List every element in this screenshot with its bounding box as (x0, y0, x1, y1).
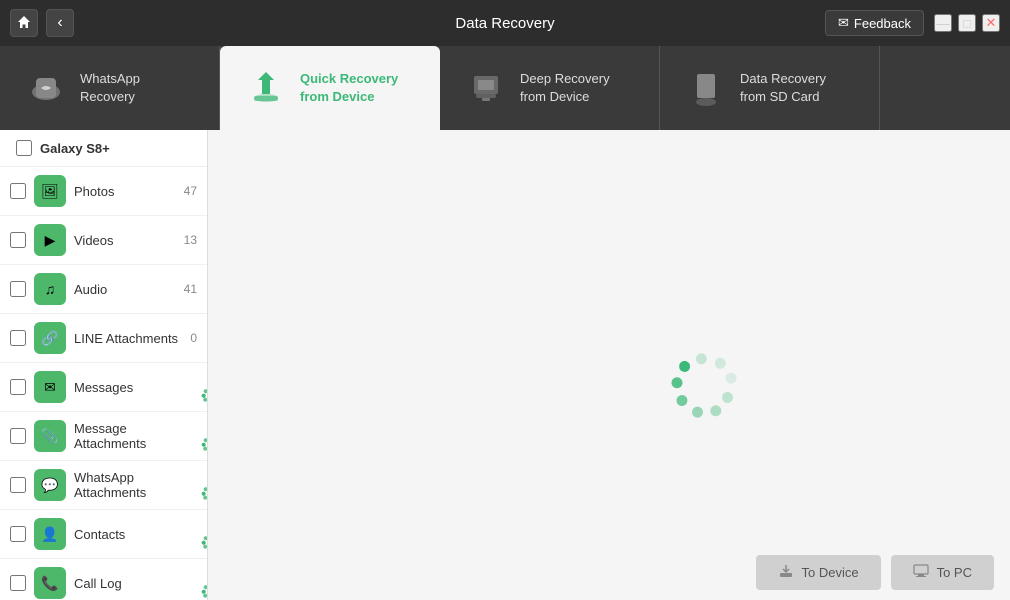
icon-calllog: 📞 (34, 567, 66, 599)
window-controls: — □ ✕ (934, 14, 1000, 32)
maximize-button[interactable]: □ (958, 14, 976, 32)
checkbox-photos[interactable] (10, 183, 26, 199)
loading-whatsatt (179, 475, 197, 496)
to-device-label: To Device (802, 565, 859, 580)
checkbox-videos[interactable] (10, 232, 26, 248)
sidebar-item-whatsatt[interactable]: 💬 WhatsApp Attachments (0, 461, 207, 510)
loading-calllog (179, 573, 197, 594)
checkbox-whatsatt[interactable] (10, 477, 26, 493)
back-icon: ‹ (57, 14, 62, 32)
main-area: Galaxy S8+ 🖼 Photos 47 ▶ Videos 13 ♫ Audio 41 🔗 LI… (0, 130, 1010, 600)
to-pc-icon (913, 563, 929, 582)
icon-msgatt: 📎 (34, 420, 66, 452)
sdcard-tab-label: Data Recoveryfrom SD Card (740, 70, 826, 106)
select-all-checkbox[interactable] (16, 140, 32, 156)
whatsapp-tab-icon (24, 66, 68, 110)
label-contacts: Contacts (74, 527, 171, 542)
checkbox-contacts[interactable] (10, 526, 26, 542)
sidebar-item-contacts[interactable]: 👤 Contacts (0, 510, 207, 559)
tab-quick-recovery[interactable]: Quick Recoveryfrom Device (220, 46, 440, 130)
count-photos: 47 (184, 184, 197, 198)
footer-buttons: To Device To PC (740, 545, 1010, 600)
sidebar-items-list: 🖼 Photos 47 ▶ Videos 13 ♫ Audio 41 🔗 LINE Attachme… (0, 167, 207, 600)
title-bar: ‹ Data Recovery ✉ Feedback — □ ✕ (0, 0, 1010, 46)
nav-controls: ‹ (10, 9, 74, 37)
sidebar-item-line[interactable]: 🔗 LINE Attachments 0 (0, 314, 207, 363)
device-name-label: Galaxy S8+ (40, 141, 110, 156)
icon-messages: ✉ (34, 371, 66, 403)
deep-recovery-tab-label: Deep Recoveryfrom Device (520, 70, 610, 106)
checkbox-audio[interactable] (10, 281, 26, 297)
loading-spinner (569, 325, 649, 405)
sdcard-tab-icon (684, 66, 728, 110)
loading-msgatt (179, 426, 197, 447)
sidebar: Galaxy S8+ 🖼 Photos 47 ▶ Videos 13 ♫ Audio 41 🔗 LI… (0, 130, 208, 600)
checkbox-msgatt[interactable] (10, 428, 26, 444)
app-title: Data Recovery (455, 15, 554, 32)
feedback-button[interactable]: ✉ Feedback (825, 10, 924, 36)
home-icon (17, 15, 31, 32)
quick-recovery-tab-label: Quick Recoveryfrom Device (300, 70, 398, 106)
minimize-button[interactable]: — (934, 14, 952, 32)
icon-contacts: 👤 (34, 518, 66, 550)
sidebar-item-msgatt[interactable]: 📎 Message Attachments (0, 412, 207, 461)
label-line: LINE Attachments (74, 331, 182, 346)
title-bar-right: ✉ Feedback — □ ✕ (825, 10, 1000, 36)
content-area: To Device To PC (208, 130, 1010, 600)
count-line: 0 (190, 331, 197, 345)
icon-photos: 🖼 (34, 175, 66, 207)
checkbox-line[interactable] (10, 330, 26, 346)
icon-whatsatt: 💬 (34, 469, 66, 501)
sidebar-header: Galaxy S8+ (0, 130, 207, 167)
tab-sdcard-recovery[interactable]: Data Recoveryfrom SD Card (660, 46, 880, 130)
to-pc-label: To PC (937, 565, 972, 580)
to-device-button[interactable]: To Device (756, 555, 881, 590)
count-audio: 41 (184, 282, 197, 296)
checkbox-calllog[interactable] (10, 575, 26, 591)
label-photos: Photos (74, 184, 176, 199)
label-messages: Messages (74, 380, 171, 395)
loading-contacts (179, 524, 197, 545)
icon-videos: ▶ (34, 224, 66, 256)
whatsapp-tab-label: WhatsAppRecovery (80, 70, 140, 106)
count-videos: 13 (184, 233, 197, 247)
label-videos: Videos (74, 233, 176, 248)
icon-audio: ♫ (34, 273, 66, 305)
sidebar-item-calllog[interactable]: 📞 Call Log (0, 559, 207, 600)
sidebar-item-messages[interactable]: ✉ Messages (0, 363, 207, 412)
mail-icon: ✉ (838, 15, 849, 31)
label-calllog: Call Log (74, 576, 171, 591)
sidebar-item-audio[interactable]: ♫ Audio 41 (0, 265, 207, 314)
loading-messages (179, 377, 197, 398)
tab-whatsapp[interactable]: WhatsAppRecovery (0, 46, 220, 130)
tab-deep-recovery[interactable]: Deep Recoveryfrom Device (440, 46, 660, 130)
to-device-icon (778, 563, 794, 582)
to-pc-button[interactable]: To PC (891, 555, 994, 590)
label-audio: Audio (74, 282, 176, 297)
sidebar-item-videos[interactable]: ▶ Videos 13 (0, 216, 207, 265)
home-button[interactable] (10, 9, 38, 37)
deep-recovery-tab-icon (464, 66, 508, 110)
sidebar-item-photos[interactable]: 🖼 Photos 47 (0, 167, 207, 216)
quick-recovery-tab-icon (244, 66, 288, 110)
close-button[interactable]: ✕ (982, 14, 1000, 32)
label-msgatt: Message Attachments (74, 421, 171, 451)
icon-line: 🔗 (34, 322, 66, 354)
spinner-svg (649, 391, 742, 484)
back-button[interactable]: ‹ (46, 9, 74, 37)
label-whatsatt: WhatsApp Attachments (74, 470, 171, 500)
tab-bar: WhatsAppRecovery Quick Recoveryfrom Devi… (0, 46, 1010, 130)
checkbox-messages[interactable] (10, 379, 26, 395)
